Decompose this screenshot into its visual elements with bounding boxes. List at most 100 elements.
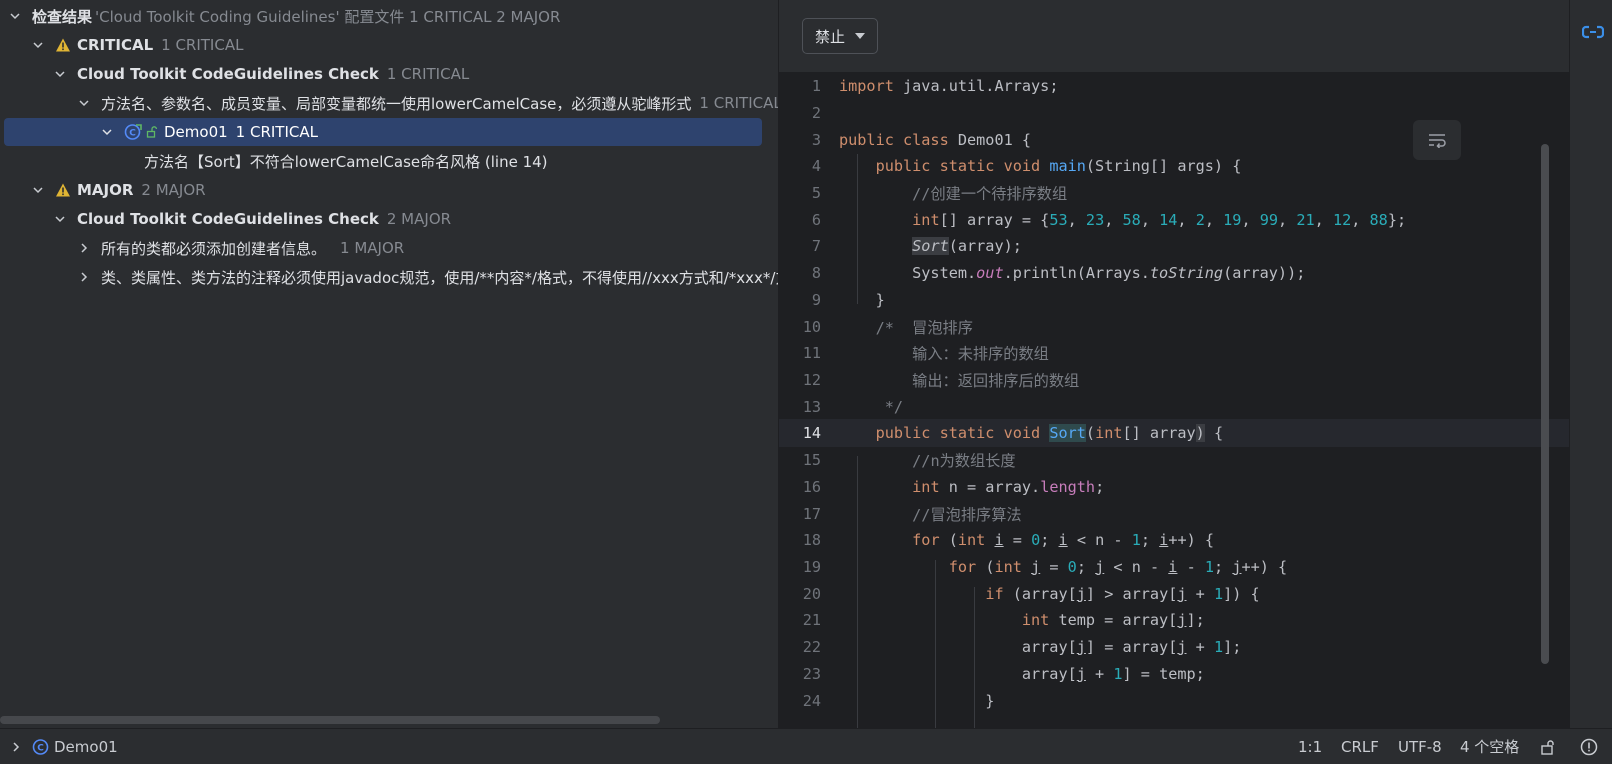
status-bar: C Demo01 1:1 CRLF UTF-8 4 个空格 [0,728,1612,764]
code-line[interactable]: 22 array[j] = array[j + 1]; [779,633,1569,661]
code-line[interactable]: 24 } [779,687,1569,715]
line-number: 4 [811,156,821,175]
vertical-scrollbar[interactable] [1541,144,1549,664]
status-encoding[interactable]: UTF-8 [1398,729,1442,764]
code-line[interactable]: 8 System.out.println(Arrays.toString(arr… [779,259,1569,287]
line-number: 6 [811,210,821,229]
tree-critical-label: CRITICAL [77,36,154,54]
chevron-down-icon[interactable] [31,38,45,52]
tree-critical-check-label: Cloud Toolkit CodeGuidelines Check [77,65,379,83]
code-text: //冒泡排序算法 [912,505,1022,524]
code-text: for (int j = 0; j < n - i - 1; j++) { [948,557,1288,576]
cloud-toolkit-icon[interactable] [1582,22,1604,42]
code-text: } [839,290,885,309]
code-line[interactable]: 7 Sort(array); [779,232,1569,260]
notifications-button[interactable] [1580,729,1598,764]
code-line-current[interactable]: 14 public static void Sort(int[] array) … [779,419,1569,447]
unlock-icon [146,126,158,138]
code-line[interactable]: 6 int[] array = {53, 23, 58, 14, 2, 19, … [779,206,1569,234]
tree-major-rule-1[interactable]: 所有的类都必须添加创建者信息。 1 MAJOR [0,234,778,262]
line-number: 2 [811,103,821,122]
code-line[interactable]: 1 import java.util.Arrays; [779,72,1569,100]
code-text: System.out.println(Arrays.toString(array… [839,263,1306,282]
tree-critical-file[interactable]: C Demo01 1 CRITICAL [4,118,762,146]
chevron-down-icon[interactable] [53,67,67,81]
status-indent[interactable]: 4 个空格 [1460,729,1519,764]
code-line[interactable]: 10 /* 冒泡排序 [779,313,1569,341]
tree-major-rule-2[interactable]: 类、类属性、类方法的注释必须使用javadoc规范，使用/**内容*/格式，不得… [0,263,778,291]
lock-button[interactable] [1540,729,1556,764]
class-run-icon: C [124,124,142,140]
tree-major-label: MAJOR [77,181,134,199]
notification-icon [1580,738,1598,755]
warning-icon [56,183,70,197]
code-text: public static void main(String[] args) { [875,156,1242,175]
line-number: 13 [802,397,821,416]
code-line[interactable]: 16 int n = array.length; [779,473,1569,501]
tree-major-rule-1-label: 所有的类都必须添加创建者信息。 [101,239,327,258]
tree-critical-count: 1 CRITICAL [161,36,244,54]
tree-critical-rule[interactable]: 方法名、参数名、成员变量、局部变量都统一使用lowerCamelCase，必须遵… [0,89,778,117]
code-line[interactable]: 5 //创建一个待排序数组 [779,179,1569,207]
tree-critical[interactable]: CRITICAL 1 CRITICAL [0,31,778,59]
code-line[interactable]: 19 for (int j = 0; j < n - i - 1; j++) { [779,553,1569,581]
code-text: if (array[j] > array[j + 1]) { [985,584,1260,603]
line-number: 18 [802,530,821,549]
tree-critical-check-count: 1 CRITICAL [386,65,470,83]
line-number: 17 [802,504,821,523]
code-line[interactable]: 18 for (int i = 0; i < n - 1; i++) { [779,526,1569,554]
code-text: public static void Sort(int[] array) { [875,423,1224,442]
tree-critical-rule-count: 1 CRITICAL [699,94,778,112]
line-number: 7 [811,236,821,255]
tree-major[interactable]: MAJOR 2 MAJOR [0,176,778,204]
tree-critical-rule-label: 方法名、参数名、成员变量、局部变量都统一使用lowerCamelCase，必须遵… [101,94,692,113]
tree-major-check[interactable]: Cloud Toolkit CodeGuidelines Check 2 MAJ… [0,205,778,233]
line-number: 23 [802,664,821,683]
chevron-down-icon[interactable] [31,183,45,197]
chevron-down-icon[interactable] [100,125,114,139]
code-text: int temp = array[j]; [1021,610,1205,629]
tree-major-check-label: Cloud Toolkit CodeGuidelines Check [77,210,379,228]
tree-problem[interactable]: 方法名【Sort】不符合lowerCamelCase命名风格 (line 14) [0,147,778,175]
line-number: 16 [802,477,821,496]
code-line[interactable]: 15 //n为数组长度 [779,446,1569,474]
code-text: } [839,691,995,710]
disable-dropdown[interactable]: 禁止 [802,18,879,54]
disable-dropdown-label: 禁止 [815,27,846,46]
soft-wrap-button[interactable] [1413,120,1461,160]
status-caret-position[interactable]: 1:1 [1298,729,1322,764]
code-line[interactable]: 9 } [779,286,1569,314]
line-number: 15 [802,450,821,469]
chevron-down-icon[interactable] [77,96,91,110]
editor-toolbar: 禁止 [779,0,1569,72]
chevron-right-icon [13,741,20,752]
chevron-right-icon[interactable] [77,270,91,284]
status-breadcrumb[interactable]: C Demo01 [10,729,118,764]
code-text: 输入：未排序的数组 [912,344,1049,363]
code-area[interactable]: 1 import java.util.Arrays; 2 3 public clas… [779,72,1569,728]
code-line[interactable]: 21 int temp = array[j]; [779,606,1569,634]
code-line[interactable]: 11 输入：未排序的数组 [779,339,1569,367]
tree-root-label: 检查结果 [32,7,93,26]
code-line[interactable]: 17 //冒泡排序算法 [779,500,1569,528]
status-line-ending[interactable]: CRLF [1341,729,1379,764]
line-number: 8 [811,263,821,282]
code-line[interactable]: 12 输出：返回排序后的数组 [779,366,1569,394]
code-editor: 禁止 1 import java.util.Arrays; 2 3 public c… [779,0,1569,728]
line-number: 22 [802,637,821,656]
code-text: for (int i = 0; i < n - 1; i++) { [912,530,1215,549]
horizontal-scrollbar[interactable] [0,716,660,724]
chevron-down-icon[interactable] [53,212,67,226]
tree-root[interactable]: 检查结果 'Cloud Toolkit Coding Guidelines' 配… [0,2,778,30]
code-text: //n为数组长度 [912,451,1016,470]
code-line[interactable]: 20 if (array[j] > array[j + 1]) { [779,580,1569,608]
code-text: import java.util.Arrays; [839,76,1059,95]
class-run-icon: C [32,738,49,755]
line-number: 10 [802,317,821,336]
tree-critical-check[interactable]: Cloud Toolkit CodeGuidelines Check 1 CRI… [0,60,778,88]
chevron-right-icon[interactable] [77,241,91,255]
code-line[interactable]: 13 */ [779,393,1569,421]
chevron-down-icon[interactable] [8,9,22,23]
code-line[interactable]: 23 array[j + 1] = temp; [779,660,1569,688]
svg-text:C: C [37,743,44,753]
